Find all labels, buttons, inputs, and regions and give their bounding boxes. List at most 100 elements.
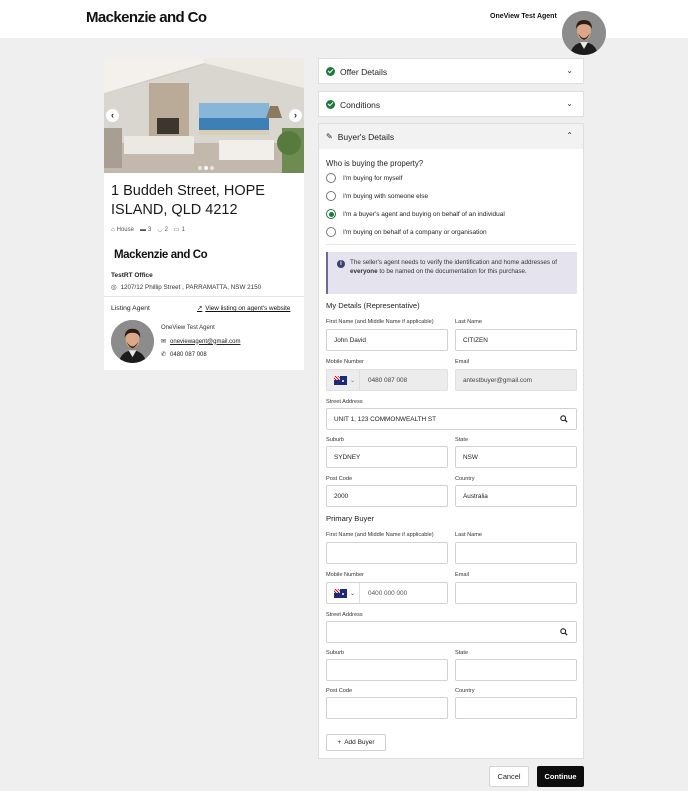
house-icon: ⌂: [111, 226, 115, 233]
label-street: Street Address: [326, 399, 363, 405]
label-email: Email: [455, 572, 469, 578]
offer-details-section[interactable]: Offer Details ⌄: [318, 58, 584, 84]
primary-mobile-input[interactable]: ⌄ 0400 000 000: [326, 582, 448, 604]
header-agent-name: OneView Test Agent: [490, 13, 557, 20]
radio-button-selected[interactable]: [326, 209, 336, 219]
buyer-question: Who is buying the property?: [326, 159, 424, 168]
view-listing-link[interactable]: ↗ View listing on agent's website: [197, 305, 290, 312]
label-street: Street Address: [326, 612, 363, 618]
verification-info-banner: i The seller's agent needs to verify the…: [326, 252, 577, 294]
property-photo[interactable]: ‹ ›: [104, 58, 304, 173]
primary-street-input[interactable]: [326, 621, 577, 643]
rep-suburb-input[interactable]: SYDNEY: [326, 446, 448, 468]
my-details-title: My Details (Representative): [326, 301, 420, 310]
primary-email-input[interactable]: [455, 582, 577, 604]
feature-parking: ▭ 1: [173, 226, 185, 234]
check-circle-icon: [326, 100, 335, 109]
property-features: ⌂ House ▬ 3 ◡ 2 ▭ 1: [111, 226, 185, 234]
listing-agent-avatar: [111, 320, 154, 363]
plus-icon: +: [337, 739, 342, 746]
search-icon[interactable]: [560, 628, 568, 636]
label-suburb: Suburb: [326, 437, 345, 443]
label-mobile: Mobile Number: [326, 359, 364, 365]
bath-icon: ◡: [157, 227, 163, 233]
australia-flag-icon[interactable]: [334, 588, 347, 598]
australia-flag-icon[interactable]: [334, 375, 347, 385]
cancel-button[interactable]: Cancel: [489, 766, 529, 787]
rep-state-input[interactable]: NSW: [455, 446, 577, 468]
chevron-down-icon[interactable]: ⌄: [566, 66, 573, 75]
label-email: Email: [455, 359, 469, 365]
check-circle-icon: [326, 67, 335, 76]
buyers-details-header[interactable]: ✎ Buyer's Details ⌃: [319, 124, 583, 149]
radio-button[interactable]: [326, 173, 336, 183]
living-room-image: [104, 58, 304, 173]
email-icon: ✉: [161, 339, 167, 345]
label-post-code: Post Code: [326, 476, 353, 482]
radio-button[interactable]: [326, 227, 336, 237]
phone-icon: ✆: [161, 352, 167, 358]
listing-agent-label: Listing Agent: [111, 305, 150, 312]
location-pin-icon: ◎: [111, 284, 117, 291]
label-first-name: First Name (and Middle Name if applicabl…: [326, 532, 434, 538]
label-first-name: First Name (and Middle Name if applicabl…: [326, 319, 434, 325]
agent-phone[interactable]: 0480 087 008: [170, 352, 207, 358]
rep-country-input[interactable]: Australia: [455, 485, 577, 507]
radio-button[interactable]: [326, 191, 336, 201]
agent-email-row[interactable]: ✉ oneviewagent@gmail.com: [161, 338, 241, 346]
label-post-code: Post Code: [326, 688, 353, 694]
listing-card: ‹ › 1 Buddeh Street, HOPE ISLAND, QLD 42…: [104, 58, 304, 370]
info-icon: i: [337, 260, 345, 268]
primary-first-name-input[interactable]: [326, 542, 448, 564]
rep-street-input[interactable]: UNIT 1, 123 COMMONWEALTH ST: [326, 408, 577, 430]
search-icon[interactable]: [560, 415, 568, 423]
conditions-title: Conditions: [340, 99, 381, 110]
chevron-down-icon[interactable]: ⌄: [350, 377, 355, 384]
conditions-section[interactable]: Conditions ⌄: [318, 91, 584, 117]
rep-post-code-input[interactable]: 2000: [326, 485, 448, 507]
rep-email-input[interactable]: antestbuyer@gmail.com: [455, 369, 577, 391]
external-link-icon: ↗: [197, 305, 203, 312]
chevron-down-icon[interactable]: ⌄: [350, 590, 355, 597]
buyers-details-section: ✎ Buyer's Details ⌃ Who is buying the pr…: [318, 123, 584, 759]
rep-first-name-input[interactable]: John David: [326, 329, 448, 351]
car-icon: ▭: [173, 227, 180, 233]
label-last-name: Last Name: [455, 532, 483, 538]
primary-last-name-input[interactable]: [455, 542, 577, 564]
radio-buying-myself[interactable]: I'm buying for myself: [326, 173, 402, 183]
office-name: TestRT Office: [111, 272, 153, 279]
brand-logo[interactable]: Mackenzie and Co: [86, 9, 207, 26]
bed-icon: ▬: [139, 226, 146, 233]
radio-buyers-agent[interactable]: I'm a buyer's agent and buying on behalf…: [326, 209, 505, 219]
agent-photo-icon: [562, 11, 606, 55]
label-state: State: [455, 437, 469, 443]
label-last-name: Last Name: [455, 319, 483, 325]
primary-country-input[interactable]: [455, 697, 577, 719]
primary-buyer-title: Primary Buyer: [326, 514, 375, 523]
label-country: Country: [455, 476, 475, 482]
chevron-down-icon[interactable]: ⌄: [566, 99, 573, 108]
office-address: ◎ 1207/12 Phillip Street , PARRAMATTA, N…: [111, 284, 262, 291]
rep-mobile-input[interactable]: ⌄ 0480 087 008: [326, 369, 448, 391]
agent-photo-icon: [111, 320, 154, 363]
agent-phone-row[interactable]: ✆ 0480 087 008: [161, 351, 207, 359]
agent-email-link[interactable]: oneviewagent@gmail.com: [170, 339, 240, 345]
feature-baths: ◡ 2: [157, 226, 168, 234]
add-buyer-button[interactable]: + Add Buyer: [326, 734, 386, 751]
buyers-details-title: Buyer's Details: [337, 131, 395, 142]
feature-beds: ▬ 3: [139, 226, 152, 233]
agency-logo: Mackenzie and Co: [114, 249, 208, 261]
continue-button[interactable]: Continue: [537, 766, 584, 787]
chevron-up-icon[interactable]: ⌃: [566, 131, 573, 140]
primary-post-code-input[interactable]: [326, 697, 448, 719]
primary-state-input[interactable]: [455, 659, 577, 681]
radio-buying-with-someone[interactable]: I'm buying with someone else: [326, 191, 428, 201]
radio-company[interactable]: I'm buying on behalf of a company or org…: [326, 227, 487, 237]
photo-prev-button[interactable]: ‹: [106, 109, 119, 122]
primary-suburb-input[interactable]: [326, 659, 448, 681]
label-mobile: Mobile Number: [326, 572, 364, 578]
divider: [326, 244, 576, 245]
rep-last-name-input[interactable]: CITIZEN: [455, 329, 577, 351]
header-avatar[interactable]: [562, 11, 606, 55]
photo-next-button[interactable]: ›: [289, 109, 302, 122]
